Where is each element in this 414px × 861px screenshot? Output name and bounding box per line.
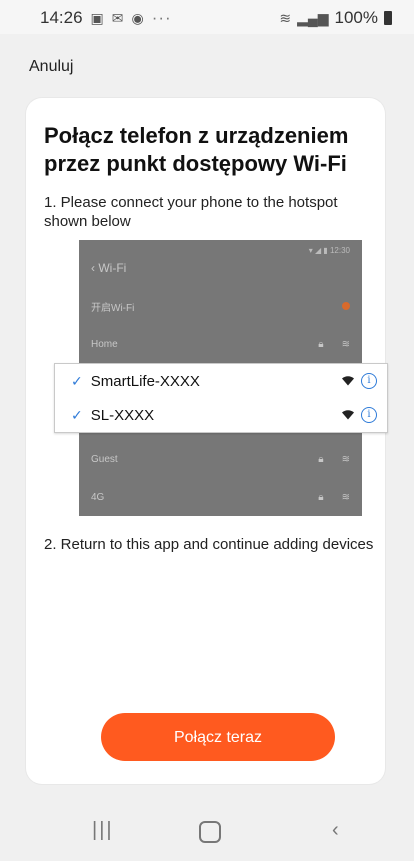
wifi-icon: ≋: [341, 491, 350, 503]
illustration-signal-icon: ▾ ◢ ▮: [308, 246, 330, 255]
battery-percent: 100%: [334, 8, 378, 27]
connect-now-button[interactable]: Połącz teraz: [101, 713, 335, 761]
status-right: ≋ ▂▄▆ 100%: [279, 8, 392, 28]
recent-apps-icon[interactable]: |||: [92, 819, 114, 842]
wifi-status-icon: ≋: [279, 9, 292, 26]
status-left: 14:26 ▣ ✉ ◉ ···: [40, 8, 172, 28]
illustration-4g-row: 4G 🔒︎ ≋: [91, 491, 350, 503]
step-2-text: 2. Return to this app and continue addin…: [44, 536, 374, 553]
status-time: 14:26: [40, 8, 83, 27]
hotspot-list: ✓ SmartLife-XXXX i ✓ SL-XXXX i: [54, 363, 388, 433]
more-notifications-icon: ···: [151, 8, 172, 27]
illustration-home-row: Home 🔒︎ ≋: [91, 338, 350, 350]
info-icon: i: [361, 407, 377, 423]
gallery-icon: ▣: [90, 9, 104, 26]
lock-icon: 🔒︎: [318, 453, 324, 465]
wifi-icon: ≋: [341, 453, 350, 465]
messenger-icon: ◉: [131, 9, 144, 26]
status-bar: 14:26 ▣ ✉ ◉ ··· ≋ ▂▄▆ 100%: [0, 0, 414, 34]
home-icon[interactable]: [199, 821, 221, 843]
screen: 14:26 ▣ ✉ ◉ ··· ≋ ▂▄▆ 100% Anuluj Połącz…: [0, 0, 414, 861]
check-icon: ✓: [71, 406, 83, 423]
system-nav-bar: ||| ‹: [0, 801, 414, 861]
wifi-icon: [341, 408, 355, 423]
lock-icon: 🔒︎: [318, 491, 324, 503]
battery-icon: [384, 11, 392, 25]
check-icon: ✓: [71, 372, 83, 389]
page-title: Połącz telefon z urządzeniem przez punkt…: [44, 123, 349, 176]
signal-icon: ▂▄▆: [297, 9, 329, 26]
illustration-time: 12:30: [329, 246, 350, 255]
instruction-card: Połącz telefon z urządzeniem przez punkt…: [26, 98, 388, 784]
wifi-icon: [341, 374, 355, 389]
network-row: ✓ SmartLife-XXXX i: [55, 364, 387, 398]
illustration-back-label: ‹ Wi-Fi: [91, 261, 127, 275]
cancel-button[interactable]: Anuluj: [29, 58, 73, 76]
toggle-dot-icon: [342, 302, 350, 310]
network-name: SL-XXXX: [90, 406, 155, 424]
network-row: ✓ SL-XXXX i: [55, 398, 387, 432]
illustration-status-bar: ▾ ◢ ▮ 12:30: [309, 246, 350, 255]
mail-icon: ✉: [111, 9, 124, 26]
step-1-text: 1. Please connect your phone to the hots…: [44, 194, 338, 230]
info-icon: i: [361, 373, 377, 389]
network-name: SmartLife-XXXX: [90, 372, 200, 390]
wifi-icon: ≋: [341, 338, 350, 350]
lock-icon: 🔒︎: [318, 338, 324, 350]
illustration-guest-row: Guest 🔒︎ ≋: [91, 453, 350, 465]
illustration-open-wifi-row: 开启Wi-Fi: [91, 294, 350, 318]
back-icon[interactable]: ‹: [332, 819, 339, 842]
